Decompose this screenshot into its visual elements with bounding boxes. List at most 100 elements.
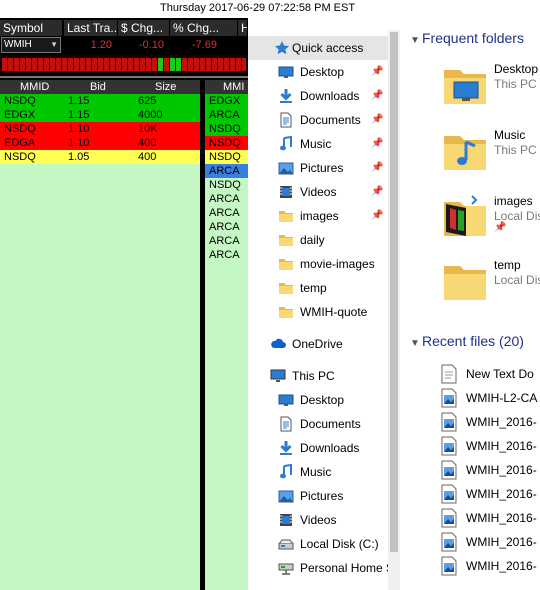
ask-row[interactable]: NSDQ	[205, 178, 248, 192]
ask-row[interactable]: NSDQ	[205, 136, 248, 150]
nav-scrollbar[interactable]	[388, 30, 400, 590]
symbol-column-header[interactable]: Symbol	[0, 20, 63, 36]
bid-row[interactable]: NSDQ 1.05 400	[0, 150, 200, 164]
bid-row[interactable]: NSDQ 1.15 625	[0, 94, 200, 108]
dollar-change-column-header[interactable]: $ Chg...	[118, 20, 170, 36]
nav-item[interactable]: Documents 📌	[248, 108, 388, 132]
bid-header[interactable]: Bid	[90, 80, 106, 94]
folder-name: Music	[494, 128, 526, 142]
nav-item[interactable]: Videos	[248, 508, 388, 532]
folder-location: This PC	[494, 143, 537, 157]
ask-row[interactable]: ARCA	[205, 206, 248, 220]
nav-label: Documents	[300, 417, 361, 431]
ask-row[interactable]: ARCA	[205, 220, 248, 234]
ask-row[interactable]: ARCA	[205, 248, 248, 262]
nav-item[interactable]: Desktop	[248, 388, 388, 412]
nav-label: movie-images	[300, 257, 375, 271]
mmid-cell: ARCA	[209, 221, 240, 233]
nav-item[interactable]: Personal Home S	[248, 556, 388, 580]
ask-row[interactable]: ARCA	[205, 234, 248, 248]
ask-row[interactable]: NSDQ	[205, 122, 248, 136]
nav-item[interactable]: movie-images	[248, 252, 388, 276]
recent-file-item[interactable]: WMIH_2016-	[440, 458, 540, 482]
nav-onedrive[interactable]: OneDrive	[248, 332, 388, 356]
frequent-folders-header[interactable]: ▼ Frequent folders	[410, 30, 524, 46]
pictures-icon	[278, 490, 294, 503]
size-header[interactable]: Size	[155, 80, 176, 94]
nav-item[interactable]: Videos 📌	[248, 180, 388, 204]
file-name: WMIH_2016-	[466, 487, 537, 501]
bid-row[interactable]: EDGA 1.10 400	[0, 136, 200, 150]
pin-icon[interactable]: 📌	[371, 180, 383, 204]
percent-change-column-header[interactable]: % Chg...	[170, 20, 238, 36]
ask-row[interactable]: NSDQ	[205, 150, 248, 164]
high-column-header[interactable]: H	[238, 20, 248, 36]
recent-file-item[interactable]: WMIH_2016-	[440, 482, 540, 506]
market-lights-bar	[0, 55, 248, 74]
bid-cell: 1.15	[68, 95, 90, 107]
recent-files-header[interactable]: ▼ Recent files (20)	[410, 333, 524, 349]
desktop-icon	[278, 394, 294, 406]
scrollbar-thumb[interactable]	[390, 32, 398, 552]
recent-file-item[interactable]: WMIH_2016-	[440, 506, 540, 530]
last-trade-column-header[interactable]: Last Tra...	[64, 20, 118, 36]
recent-file-item[interactable]: WMIH_2016-	[440, 530, 540, 554]
recent-file-item[interactable]: WMIH_2016-	[440, 554, 540, 578]
pin-icon[interactable]: 📌	[371, 132, 383, 156]
recent-file-item[interactable]: WMIH_2016-	[440, 434, 540, 458]
content-pane: ▼ Frequent folders Desktop This PC Music Thi…	[400, 30, 540, 590]
ask-row[interactable]: ARCA	[205, 192, 248, 206]
pin-icon[interactable]: 📌	[371, 156, 383, 180]
symbol-input[interactable]: WMIH ▼	[1, 37, 61, 53]
nav-item[interactable]: daily	[248, 228, 388, 252]
ask-row[interactable]: ARCA	[205, 164, 248, 178]
mmid-header[interactable]: MMID	[20, 80, 49, 94]
pin-icon[interactable]: 📌	[371, 204, 383, 228]
nav-item[interactable]: WMIH-quote	[248, 300, 388, 324]
divider	[0, 76, 248, 78]
recent-file-item[interactable]: New Text Do	[440, 362, 540, 386]
nav-item[interactable]: images 📌	[248, 204, 388, 228]
file-name: WMIH_2016-	[466, 511, 537, 525]
desktop-folder-icon	[440, 60, 490, 115]
recent-file-item[interactable]: WMIH_2016-	[440, 410, 540, 434]
nav-item[interactable]: Desktop 📌	[248, 60, 388, 84]
mmid-cell: EDGX	[4, 109, 36, 121]
frequent-folder-tile[interactable]: images Local Dis 📌	[440, 192, 540, 252]
pin-icon[interactable]: 📌	[371, 108, 383, 132]
mmid-cell: NSDQ	[4, 151, 36, 163]
nav-item[interactable]: Downloads	[248, 436, 388, 460]
recent-file-item[interactable]: WMIH-L2-CA	[440, 386, 540, 410]
bid-cell: 1.10	[68, 123, 90, 135]
nav-item[interactable]: Music	[248, 460, 388, 484]
frequent-folder-tile[interactable]: temp Local Dis	[440, 256, 540, 316]
nav-item[interactable]: Music 📌	[248, 132, 388, 156]
last-trade-value: 1.20	[90, 39, 112, 51]
light-green	[158, 58, 163, 71]
pin-icon[interactable]: 📌	[371, 60, 383, 84]
pin-icon[interactable]: 📌	[494, 222, 506, 233]
ask-row[interactable]: EDGX	[205, 94, 248, 108]
size-cell: 400	[138, 137, 157, 149]
nav-item[interactable]: Local Disk (C:)	[248, 532, 388, 556]
nav-item[interactable]: Documents	[248, 412, 388, 436]
mmid-header[interactable]: MMI	[223, 80, 244, 94]
bid-row[interactable]: EDGX 1.15 4000	[0, 108, 200, 122]
bid-row[interactable]: NSDQ 1.10 10K	[0, 122, 200, 136]
ask-row[interactable]: ARCA	[205, 108, 248, 122]
nav-item[interactable]: temp	[248, 276, 388, 300]
nav-item[interactable]: Pictures 📌	[248, 156, 388, 180]
pin-icon[interactable]: 📌	[371, 84, 383, 108]
mmid-cell: ARCA	[209, 249, 240, 261]
chevron-down-icon[interactable]: ▼	[50, 38, 58, 52]
nav-this-pc[interactable]: This PC	[248, 364, 388, 388]
folder-icon	[279, 283, 293, 294]
nav-item[interactable]: Downloads 📌	[248, 84, 388, 108]
light-green	[170, 58, 175, 71]
frequent-folder-tile[interactable]: Desktop This PC	[440, 60, 540, 120]
nav-quick-access[interactable]: Quick access	[248, 36, 388, 60]
mmid-cell: ARCA	[209, 165, 240, 177]
section-title: Recent files (20)	[422, 333, 524, 349]
nav-item[interactable]: Pictures	[248, 484, 388, 508]
frequent-folder-tile[interactable]: Music This PC	[440, 126, 540, 186]
